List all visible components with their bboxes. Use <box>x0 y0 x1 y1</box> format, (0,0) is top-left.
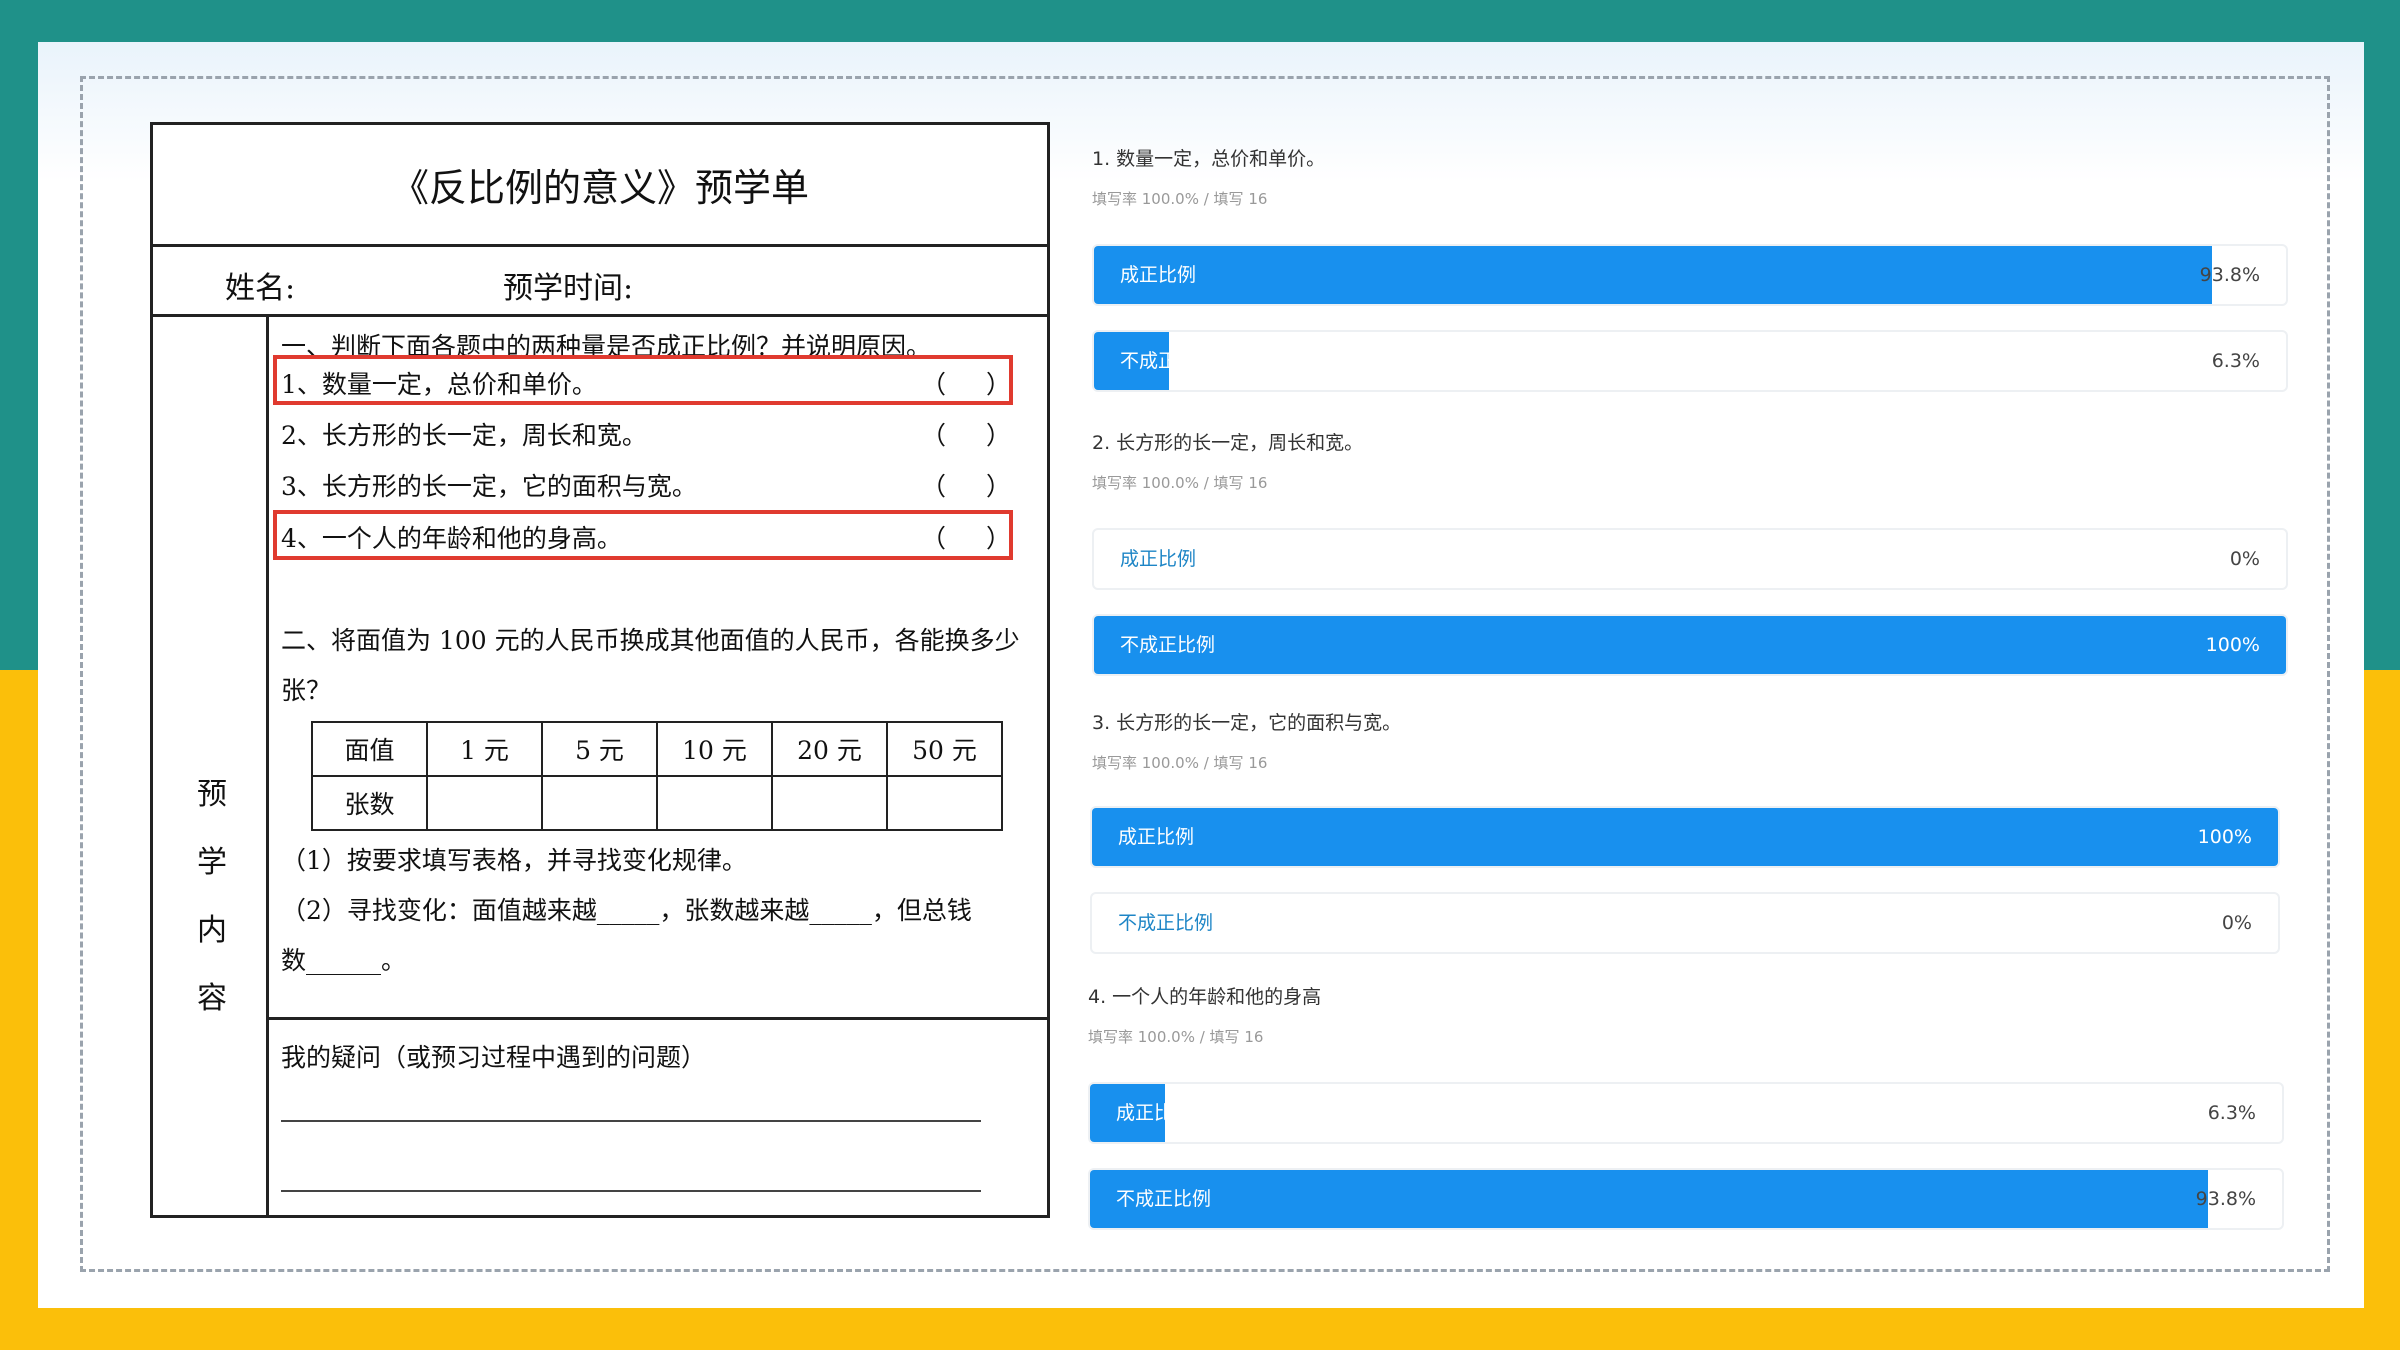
option-percent: 0% <box>2229 548 2260 570</box>
side-label-char: 预 <box>197 777 227 812</box>
question-meta: 填写率 100.0% / 填写 16 <box>1092 754 1268 772</box>
question-meta: 填写率 100.0% / 填写 16 <box>1092 474 1268 492</box>
option-label: 不成正比例 <box>1118 912 1214 934</box>
question-meta: 填写率 100.0% / 填写 16 <box>1088 1028 1264 1046</box>
answer-parentheses: （） <box>921 421 1011 450</box>
section2-text: 张？ <box>281 676 332 705</box>
name-label: 姓名: <box>225 271 296 306</box>
judge-item: 2、长方形的长一定，周长和宽。 <box>281 421 647 450</box>
question-title: 2. 长方形的长一定，周长和宽。 <box>1092 432 1364 454</box>
side-label-char: 容 <box>197 981 227 1016</box>
section2-text: 二、将面值为 100 元的人民币换成其他面值的人民币，各能换多少 <box>281 626 1020 655</box>
option-bar: 不成正比例 93.8% <box>1088 1168 2284 1230</box>
survey-results: 1. 数量一定，总价和单价。 填写率 100.0% / 填写 16 成正比例 9… <box>1080 126 2310 1236</box>
question-title: 3. 长方形的长一定，它的面积与宽。 <box>1092 712 1402 734</box>
option-percent: 100% <box>2205 634 2260 656</box>
table-cell <box>656 775 773 831</box>
task-text: （2）寻找变化：面值越来越_____，张数越来越_____，但总钱 <box>281 896 972 925</box>
option-bar: 成正比例 6.3% <box>1088 1082 2284 1144</box>
side-label-column: 预 学 内 容 <box>153 317 269 1215</box>
question-meta: 填写率 100.0% / 填写 16 <box>1092 190 1268 208</box>
option-fill <box>1092 808 2278 866</box>
option-label: 不成正比例 <box>1116 1188 1212 1210</box>
option-percent: 6.3% <box>2211 350 2260 372</box>
side-label-char: 学 <box>197 845 227 880</box>
name-row: 姓名: 预学时间: <box>153 247 1047 317</box>
table-cell: 1 元 <box>426 721 543 777</box>
worksheet-title: 《反比例的意义》预学单 <box>153 125 1047 247</box>
option-label: 成正比例 <box>1120 264 1197 286</box>
table-cell <box>886 775 1003 831</box>
option-label: 不成正比例 <box>1120 634 1216 656</box>
table-row: 面值 1 元 5 元 10 元 20 元 50 元 <box>311 721 1003 777</box>
table-cell: 10 元 <box>656 721 773 777</box>
option-bar: 成正比例 93.8% <box>1092 244 2288 306</box>
table-cell: 张数 <box>311 775 428 831</box>
answer-line <box>281 1120 981 1122</box>
denomination-table: 面值 1 元 5 元 10 元 20 元 50 元 张数 <box>311 721 1003 831</box>
answer-parentheses: （） <box>921 472 1011 501</box>
question-title: 4. 一个人的年龄和他的身高 <box>1088 986 1322 1008</box>
option-bar: 不成正比例 0% <box>1090 892 2280 954</box>
table-cell <box>541 775 658 831</box>
table-cell <box>426 775 543 831</box>
option-fill <box>1090 1170 2209 1228</box>
option-label: 成正比例 <box>1120 548 1197 570</box>
option-fill <box>1094 246 2213 304</box>
table-cell: 面值 <box>311 721 428 777</box>
option-percent: 93.8% <box>2195 1188 2256 1210</box>
option-bar: 不成正比例 6.3% <box>1092 330 2288 392</box>
worksheet-content: 一、判断下面各题中的两种量是否成正比例？并说明原因。 1、数量一定，总价和单价。… <box>269 317 1047 1017</box>
task-text: 数______。 <box>281 946 407 975</box>
judge-item: 1、数量一定，总价和单价。 <box>281 370 597 399</box>
option-bar: 成正比例 0% <box>1092 528 2288 590</box>
question-area: 我的疑问（或预习过程中遇到的问题） <box>269 1017 1047 1215</box>
option-percent: 100% <box>2197 826 2252 848</box>
judge-item: 3、长方形的长一定，它的面积与宽。 <box>281 472 697 501</box>
option-bar: 成正比例 100% <box>1090 806 2280 868</box>
option-label: 成正比例 <box>1116 1102 1193 1124</box>
option-fill <box>1094 616 2286 674</box>
judge-item: 4、一个人的年龄和他的身高。 <box>281 524 622 553</box>
table-row: 张数 <box>311 775 1003 831</box>
option-percent: 93.8% <box>2199 264 2260 286</box>
side-label-char: 内 <box>197 913 227 948</box>
option-percent: 0% <box>2221 912 2252 934</box>
option-label: 成正比例 <box>1118 826 1195 848</box>
time-label: 预学时间: <box>503 271 634 306</box>
answer-line <box>281 1190 981 1192</box>
worksheet: 《反比例的意义》预学单 姓名: 预学时间: 预 学 内 容 一、判断下面各题中的… <box>150 122 1050 1218</box>
option-label: 不成正比例 <box>1120 350 1216 372</box>
table-cell: 50 元 <box>886 721 1003 777</box>
task-text: （1）按要求填写表格，并寻找变化规律。 <box>281 846 747 875</box>
option-percent: 6.3% <box>2207 1102 2256 1124</box>
question-title: 1. 数量一定，总价和单价。 <box>1092 148 1326 170</box>
question-label: 我的疑问（或预习过程中遇到的问题） <box>281 1043 707 1072</box>
table-cell: 20 元 <box>771 721 888 777</box>
table-cell: 5 元 <box>541 721 658 777</box>
option-bar: 不成正比例 100% <box>1092 614 2288 676</box>
answer-parentheses: （） <box>921 524 1011 553</box>
answer-parentheses: （） <box>921 370 1011 399</box>
table-cell <box>771 775 888 831</box>
